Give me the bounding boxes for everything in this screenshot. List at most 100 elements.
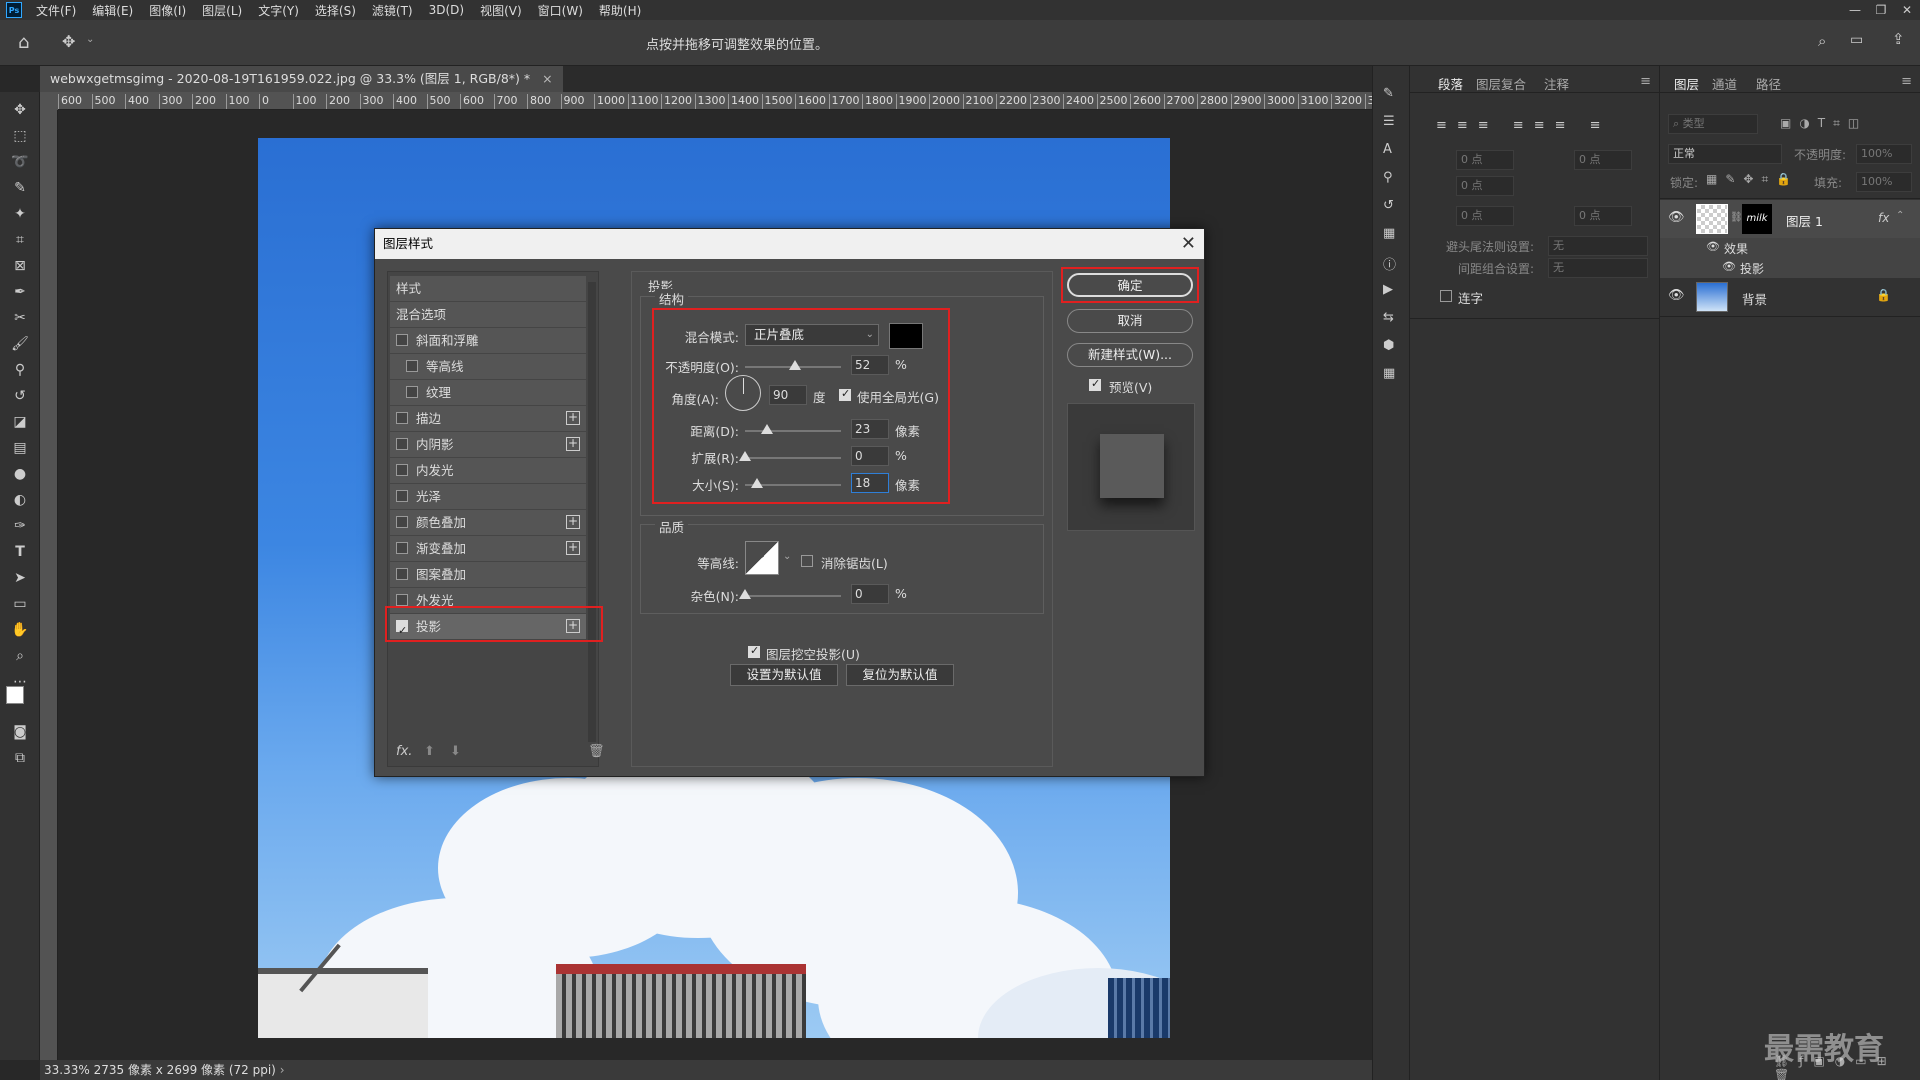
style-checkbox[interactable]: [396, 568, 408, 580]
style-checkbox[interactable]: [406, 386, 418, 398]
screen-mode-icon[interactable]: ⧉: [8, 748, 32, 768]
tab-paragraph[interactable]: 段落: [1438, 74, 1463, 93]
restore-icon[interactable]: ❐: [1868, 0, 1894, 20]
eye-icon[interactable]: 👁: [1722, 260, 1736, 273]
home-icon[interactable]: ⌂: [18, 32, 29, 53]
menu-3d[interactable]: 3D(D): [421, 3, 472, 17]
menu-help[interactable]: 帮助(H): [591, 2, 649, 19]
document-tab-close[interactable]: ×: [542, 71, 552, 86]
fx-icon[interactable]: fx: [1878, 211, 1889, 225]
style-checkbox[interactable]: [406, 360, 418, 372]
menu-window[interactable]: 窗口(W): [530, 2, 591, 19]
layer-row-layer1[interactable]: 👁 ⛓ milk 图层 1 fx ⌃: [1660, 200, 1920, 238]
style-item[interactable]: 内发光: [390, 458, 586, 483]
search-icon[interactable]: ⌕: [1818, 32, 1826, 50]
eye-icon[interactable]: 👁: [1706, 240, 1720, 253]
menu-view[interactable]: 视图(V): [472, 2, 530, 19]
style-item[interactable]: 描边 +: [390, 406, 586, 431]
menu-edit[interactable]: 编辑(E): [84, 2, 141, 19]
styles-header[interactable]: 样式: [390, 276, 586, 301]
document-info[interactable]: 2735 像素 x 2699 像素 (72 ppi): [94, 1063, 276, 1077]
character-icon[interactable]: A: [1383, 142, 1392, 157]
reset-default-button[interactable]: 复位为默认值: [846, 664, 954, 686]
preview-checkbox[interactable]: [1089, 377, 1101, 391]
zoom-icon[interactable]: ⌕: [8, 646, 32, 666]
antialias-checkbox[interactable]: [801, 555, 813, 567]
history-icon[interactable]: ↺: [1383, 198, 1394, 213]
add-style-icon[interactable]: +: [566, 437, 580, 451]
tab-notes[interactable]: 注释: [1544, 74, 1569, 93]
tab-layer-comps[interactable]: 图层复合: [1476, 74, 1526, 93]
move-icon[interactable]: ✥: [8, 100, 32, 120]
menu-layer[interactable]: 图层(L): [194, 2, 250, 19]
path-select-icon[interactable]: ➤: [8, 568, 32, 588]
magic-wand-icon[interactable]: ✦: [8, 204, 32, 224]
trash-icon[interactable]: 🗑: [588, 744, 605, 759]
close-window-icon[interactable]: ✕: [1894, 0, 1920, 20]
marquee-icon[interactable]: ⬚: [8, 126, 32, 146]
workspace-icon[interactable]: ▭: [1850, 32, 1863, 48]
move-tool-icon[interactable]: ✥: [62, 32, 75, 51]
eraser-icon[interactable]: ◪: [8, 412, 32, 432]
share-icon[interactable]: ⇪: [1892, 30, 1905, 48]
menu-filter[interactable]: 滤镜(T): [364, 2, 421, 19]
eye-icon[interactable]: 👁: [1668, 210, 1685, 225]
drop-shadow-effect-row[interactable]: 👁 投影: [1660, 258, 1920, 278]
blend-options-item[interactable]: 混合选项: [390, 302, 586, 327]
tab-paths[interactable]: 路径: [1756, 74, 1781, 93]
paths-icon[interactable]: ⇆: [1383, 310, 1394, 325]
right-indent-field[interactable]: 0 点: [1574, 150, 1632, 170]
cancel-button[interactable]: 取消: [1067, 309, 1193, 333]
clone-source-icon[interactable]: ⚲: [1383, 170, 1393, 185]
opacity-field[interactable]: 100%: [1856, 144, 1912, 164]
arrow-up-icon[interactable]: ⬆: [424, 744, 435, 759]
contour-picker[interactable]: [745, 541, 779, 575]
menu-image[interactable]: 图像(I): [141, 2, 194, 19]
actions-play-icon[interactable]: ▶: [1383, 282, 1393, 297]
stamp-icon[interactable]: ⚲: [8, 360, 32, 380]
chevron-down-icon[interactable]: ⌄: [86, 34, 94, 45]
fx-menu-icon[interactable]: fx.: [396, 744, 412, 759]
fill-field[interactable]: 100%: [1856, 172, 1912, 192]
hand-icon[interactable]: ✋: [8, 620, 32, 640]
libraries-icon[interactable]: ▦: [1383, 226, 1395, 241]
style-item[interactable]: 渐变叠加 +: [390, 536, 586, 561]
alignment-icons[interactable]: ≡≡≡ ≡≡≡ ≡: [1436, 118, 1611, 133]
layer-name[interactable]: 图层 1: [1786, 211, 1823, 230]
style-item[interactable]: 颜色叠加 +: [390, 510, 586, 535]
close-icon[interactable]: ✕: [1181, 233, 1196, 255]
gradient-icon[interactable]: ▤: [8, 438, 32, 458]
lasso-icon[interactable]: ➰: [8, 152, 32, 172]
chevron-up-icon[interactable]: ⌃: [1896, 210, 1904, 221]
menu-type[interactable]: 文字(Y): [250, 2, 307, 19]
noise-slider-thumb[interactable]: [739, 589, 751, 599]
eye-icon[interactable]: 👁: [1668, 288, 1685, 303]
adjust-icon[interactable]: ☰: [1383, 114, 1395, 129]
dodge-icon[interactable]: ◐: [8, 490, 32, 510]
tab-layers[interactable]: 图层: [1674, 74, 1699, 93]
style-item[interactable]: 斜面和浮雕: [390, 328, 586, 353]
add-style-icon[interactable]: +: [566, 411, 580, 425]
pen-icon[interactable]: ✑: [8, 516, 32, 536]
style-item[interactable]: 内阴影 +: [390, 432, 586, 457]
style-checkbox[interactable]: [396, 516, 408, 528]
blur-icon[interactable]: ●: [8, 464, 32, 484]
menu-file[interactable]: 文件(F): [28, 2, 84, 19]
filter-icons[interactable]: ▣◑T⌗◫: [1780, 116, 1867, 131]
style-checkbox[interactable]: [396, 594, 408, 606]
left-indent-field[interactable]: 0 点: [1456, 150, 1514, 170]
add-style-icon[interactable]: +: [566, 541, 580, 555]
style-checkbox[interactable]: [396, 464, 408, 476]
document-tab[interactable]: webwxgetmsgimg - 2020-08-19T161959.022.j…: [40, 66, 563, 92]
style-item[interactable]: 图案叠加: [390, 562, 586, 587]
new-style-button[interactable]: 新建样式(W)...: [1067, 343, 1193, 367]
set-default-button[interactable]: 设置为默认值: [730, 664, 838, 686]
menu-select[interactable]: 选择(S): [307, 2, 364, 19]
history-brush-icon[interactable]: ↺: [8, 386, 32, 406]
spacing-select[interactable]: 无: [1548, 258, 1648, 278]
panel-menu-icon[interactable]: ≡: [1901, 74, 1912, 89]
noise-input[interactable]: 0: [851, 584, 889, 604]
hyphenate-checkbox[interactable]: [1440, 290, 1452, 302]
style-item[interactable]: 纹理: [390, 380, 586, 405]
scrollbar[interactable]: [588, 282, 596, 742]
